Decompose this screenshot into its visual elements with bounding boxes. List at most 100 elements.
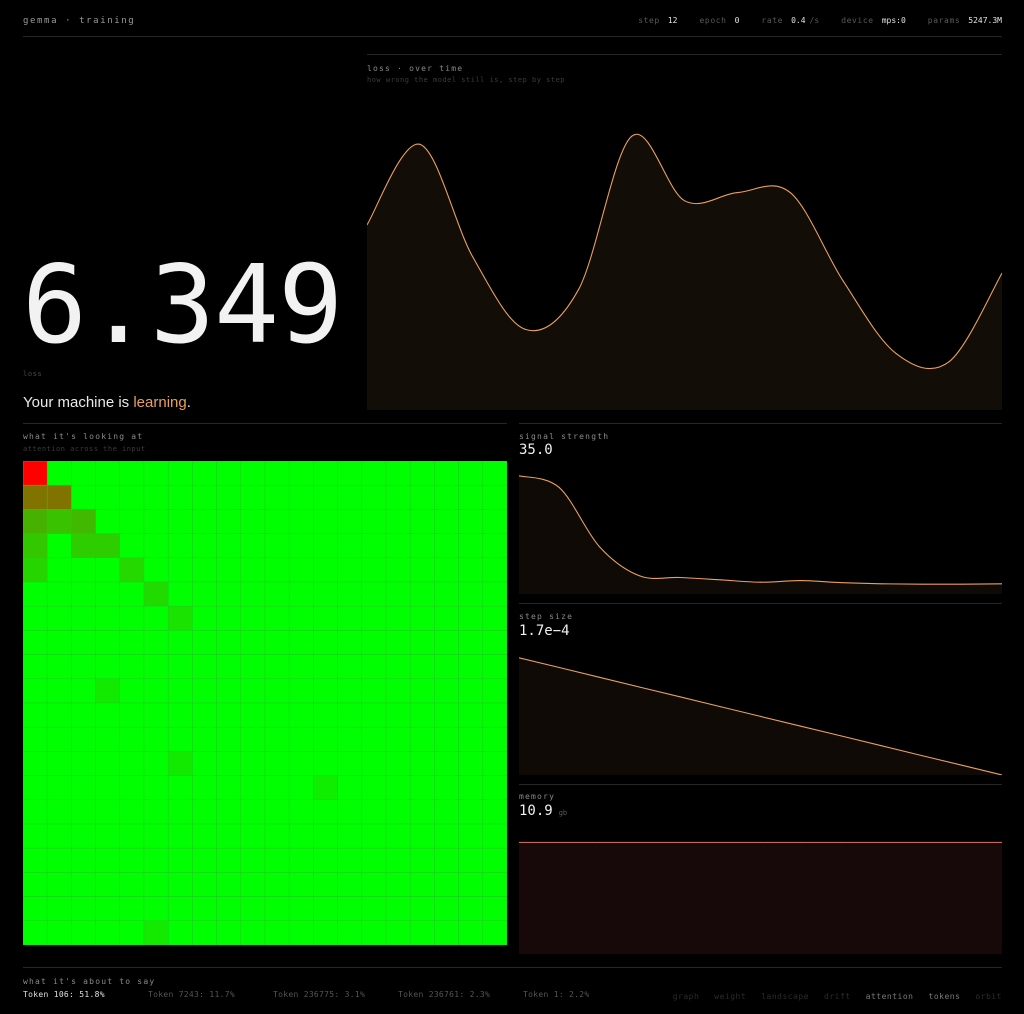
loss-point-4 (578, 288, 580, 290)
tab-landscape[interactable]: landscape (761, 992, 809, 1001)
heatmap-cell-18-12 (313, 896, 338, 922)
heatmap-cell-3-10 (264, 533, 290, 559)
heatmap-cell-4-6 (167, 557, 193, 583)
tab-attention[interactable]: attention (866, 992, 914, 1001)
heatmap-cell-1-11 (288, 484, 314, 510)
heatmap-cell-1-2 (71, 484, 96, 510)
memory-readout: 10.9 gb (519, 803, 567, 819)
stat-device: device mps:0 (841, 16, 906, 25)
heatmap-cell-0-2 (71, 461, 96, 486)
heatmap-cell-13-15 (385, 775, 411, 801)
heatmap-cell-8-6 (167, 654, 193, 680)
heatmap-cell-18-19 (482, 896, 507, 922)
heatmap-cell-0-12 (313, 461, 338, 486)
heatmap-cell-2-0 (23, 509, 48, 534)
heatmap-cell-9-14 (361, 678, 387, 704)
heatmap-cell-16-3 (95, 847, 121, 873)
heatmap-cell-12-8 (216, 751, 242, 776)
heatmap-cell-6-4 (119, 605, 145, 631)
heatmap-cell-9-13 (337, 678, 363, 704)
heatmap-cell-11-0 (23, 726, 48, 752)
heatmap-cell-15-16 (409, 823, 435, 849)
heatmap-cell-5-9 (240, 581, 266, 607)
heatmap-cell-6-19 (482, 605, 507, 631)
stat-value: 5247.3M (968, 16, 1002, 25)
heatmap-cell-8-17 (434, 654, 459, 680)
attention-divider (23, 423, 507, 424)
loss-point-1 (419, 143, 421, 145)
heatmap-cell-2-8 (216, 509, 242, 534)
heatmap-cell-8-11 (288, 654, 314, 680)
heatmap-cell-17-14 (361, 872, 387, 897)
memory-point-2 (598, 841, 601, 843)
memory-area (519, 842, 1002, 954)
heatmap-cell-13-4 (119, 775, 145, 801)
heatmap-cell-1-6 (167, 484, 193, 510)
tab-orbit[interactable]: orbit (975, 992, 1002, 1001)
step-size-point-7 (800, 725, 802, 727)
heatmap-cell-19-3 (95, 920, 121, 945)
heatmap-cell-0-4 (119, 461, 145, 486)
heatmap-cell-16-12 (313, 847, 338, 873)
heatmap-cell-2-10 (264, 509, 290, 534)
tab-graph[interactable]: graph (673, 992, 700, 1001)
heatmap-cell-4-16 (409, 557, 435, 583)
heatmap-cell-15-15 (385, 823, 411, 849)
heatmap-cell-7-13 (337, 630, 363, 655)
signal-point-8 (840, 582, 842, 584)
heatmap-cell-7-14 (361, 630, 387, 655)
heatmap-cell-19-18 (458, 920, 484, 945)
heatmap-cell-2-7 (192, 509, 217, 534)
heatmap-cell-5-12 (313, 581, 338, 607)
heatmap-cell-14-1 (46, 799, 72, 825)
tab-weight[interactable]: weight (714, 992, 746, 1001)
signal-chart (519, 475, 1002, 594)
heatmap-cell-17-7 (192, 872, 217, 897)
heatmap-cell-17-5 (143, 872, 169, 897)
heatmap-cell-11-5 (143, 726, 169, 752)
heatmap-cell-1-18 (458, 484, 484, 510)
tab-drift[interactable]: drift (824, 992, 851, 1001)
heatmap-cell-13-16 (409, 775, 435, 801)
tab-tokens[interactable]: tokens (929, 992, 961, 1001)
heatmap-cell-2-2 (71, 509, 96, 534)
stat-value: mps:0 (881, 16, 906, 25)
heatmap-cell-12-11 (288, 751, 314, 776)
heatmap-cell-13-11 (288, 775, 314, 801)
loss-point-8 (789, 192, 791, 194)
heatmap-cell-9-19 (482, 678, 507, 704)
heatmap-cell-0-15 (385, 461, 411, 486)
heatmap-cell-18-3 (95, 896, 121, 922)
loss-point-3 (525, 328, 527, 331)
step-size-point-10 (920, 754, 923, 757)
heatmap-cell-19-16 (409, 920, 435, 945)
heatmap-cell-1-17 (434, 484, 459, 510)
heatmap-cell-6-7 (192, 605, 217, 631)
heatmap-cell-4-8 (216, 557, 242, 583)
heatmap-cell-12-6 (167, 751, 193, 776)
heatmap-cell-6-10 (264, 605, 290, 631)
heatmap-cell-17-8 (216, 872, 242, 897)
heatmap-cell-3-2 (71, 533, 96, 559)
heatmap-cell-3-15 (385, 533, 411, 559)
heatmap-cell-2-13 (337, 509, 363, 534)
loss-point-11 (948, 361, 950, 363)
heatmap-cell-1-15 (385, 484, 411, 510)
heatmap-cell-12-18 (458, 751, 484, 776)
heatmap-cell-7-16 (409, 630, 435, 655)
heatmap-cell-4-4 (119, 557, 145, 583)
status-line: Your machine is learning. (23, 394, 191, 411)
stat-epoch: epoch 0 (700, 16, 740, 25)
heatmap-cell-10-18 (458, 702, 484, 728)
memory-point-11 (961, 841, 963, 843)
heatmap-cell-12-2 (71, 751, 96, 776)
heatmap-cell-18-16 (409, 896, 435, 922)
heatmap-cell-9-12 (313, 678, 338, 704)
heatmap-cell-15-3 (95, 823, 121, 849)
heatmap-cell-16-0 (23, 847, 48, 873)
heatmap-cell-3-12 (313, 533, 338, 559)
heatmap-cell-17-11 (288, 872, 314, 897)
stat-unit: /s (809, 16, 820, 25)
heatmap-cell-13-0 (23, 775, 48, 801)
heatmap-cell-17-15 (385, 872, 411, 897)
